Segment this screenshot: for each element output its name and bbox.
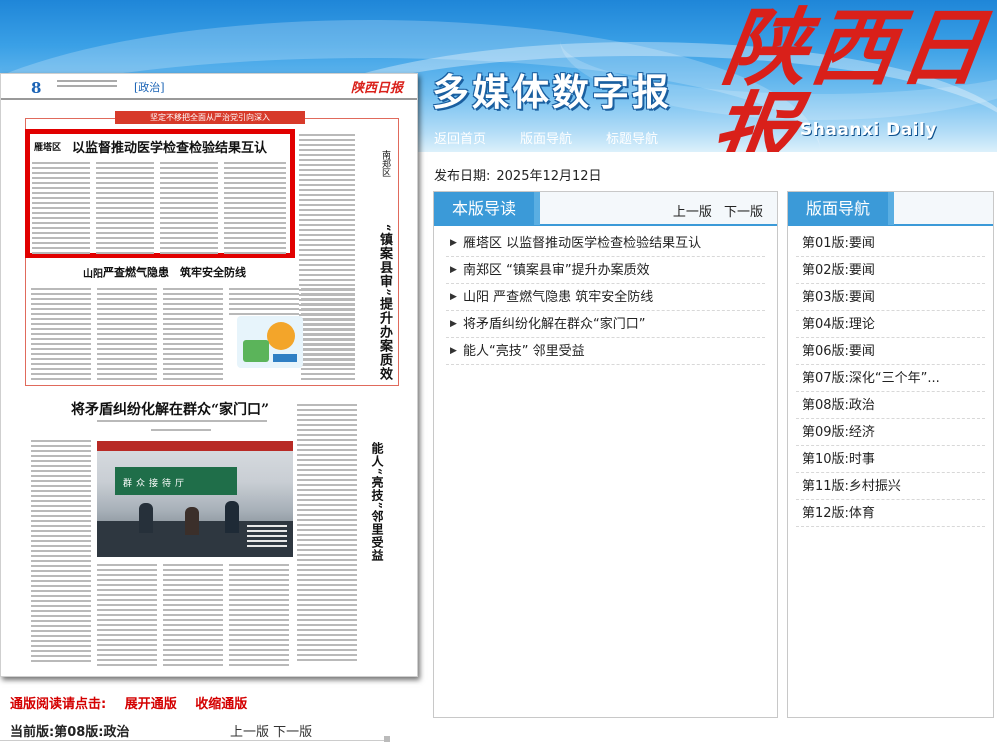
page-nav-item[interactable]: 第07版:深化“三个年”... (796, 365, 985, 392)
triangle-right-icon: ▶ (450, 238, 457, 248)
vertical-subheading: 南郑区 (380, 150, 390, 177)
story2-headline[interactable]: 严查燃气隐患 筑牢安全防线 (103, 264, 246, 280)
story2-label: 山阳 (83, 269, 103, 280)
article-list-item[interactable]: ▶ 山阳 严查燃气隐患 筑牢安全防线 (446, 284, 765, 311)
divider (0, 740, 390, 741)
article-list-item[interactable]: ▶ 将矛盾纠纷化解在群众“家门口” (446, 311, 765, 338)
page-nav-item[interactable]: 第11版:乡村振兴 (796, 473, 985, 500)
text-column (96, 162, 154, 257)
collapse-spread-link[interactable]: 收缩通版 (195, 697, 247, 712)
page-nav-item[interactable]: 第08版:政治 (796, 392, 985, 419)
nav-home-link[interactable]: 返回首页 (434, 128, 486, 147)
article-guide-pager: 上一版 下一版 (665, 201, 763, 220)
current-page-label: 当前版:第08版:政治 (10, 725, 130, 740)
newspaper-logo-english: Shaanxi Daily (800, 120, 937, 140)
text-column (97, 288, 157, 383)
triangle-right-icon: ▶ (450, 346, 457, 356)
highlighted-article-box[interactable]: 雁塔区 以监督推动医学检查检验结果互认 (25, 129, 295, 258)
nav-title-navigation-link[interactable]: 标题导航 (606, 128, 658, 147)
prev-edition-link[interactable]: 上一版 (673, 205, 712, 220)
text-column (97, 564, 157, 669)
news-photo: 群众接待厅 (97, 441, 293, 557)
page-nav-item[interactable]: 第10版:时事 (796, 446, 985, 473)
next-page-link[interactable]: 下一版 (273, 725, 312, 740)
publish-date-value: 2025年12月12日 (496, 169, 602, 184)
page-nav-item[interactable]: 第06版:要闻 (796, 338, 985, 365)
site-title: 多媒体数字报 (432, 70, 672, 114)
headline: 以监督推动医学检查检验结果互认 (72, 141, 268, 156)
newspaper-page-image[interactable]: 8 [政治] 陕西日报 坚定不移把全面从严治党引向深入 雁塔区 以监督推动医学检… (0, 73, 418, 677)
cartoon-illustration (237, 316, 303, 368)
story3-headline[interactable]: 将矛盾纠纷化解在群众“家门口” (71, 399, 269, 419)
text-column (229, 564, 289, 669)
page-nav-item[interactable]: 第02版:要闻 (796, 257, 985, 284)
prev-page-link[interactable]: 上一版 (230, 725, 269, 740)
page-header-strip: 8 [政治] 陕西日报 (1, 74, 417, 100)
triangle-right-icon: ▶ (450, 265, 457, 275)
page-nav-item[interactable]: 第03版:要闻 (796, 284, 985, 311)
page-nav-item[interactable]: 第01版:要闻 (796, 230, 985, 257)
triangle-right-icon: ▶ (450, 292, 457, 302)
article-guide-header: 本版导读 上一版 下一版 (434, 192, 777, 226)
scrollbar-thumb[interactable] (384, 736, 390, 742)
page-nav-item[interactable]: 第04版:理论 (796, 311, 985, 338)
triangle-right-icon: ▶ (450, 319, 457, 329)
publish-date-label: 发布日期: (434, 169, 491, 184)
story3-subheading-line (97, 420, 267, 425)
text-column (32, 162, 90, 257)
bottom-pager: 上一版 下一版 (230, 721, 312, 740)
top-nav: 返回首页 版面导航 标题导航 (434, 128, 658, 147)
vertical-headline-2[interactable]: 能人“亮技”邻里受益 (369, 442, 386, 562)
byline-line (151, 429, 211, 434)
page-nav-panel: 版面导航 第01版:要闻 第02版:要闻 第03版:要闻 第04版:理论 第06… (787, 191, 994, 718)
publish-date: 发布日期: 2025年12月12日 (434, 165, 602, 184)
text-column (229, 288, 299, 318)
page-meta-lines (57, 80, 117, 90)
article-list: ▶ 雁塔区 以监督推动医学检查检验结果互认 ▶ 南郑区 “镇案县审”提升办案质效 ▶… (434, 230, 777, 365)
article-list-item[interactable]: ▶ 能人“亮技” 邻里受益 (446, 338, 765, 365)
article-guide-title: 本版导读 (434, 192, 541, 225)
article-guide-panel: 本版导读 上一版 下一版 ▶ 雁塔区 以监督推动医学检查检验结果互认 ▶ 南郑区 “… (433, 191, 778, 718)
full-spread-controls: 通版阅读请点击: 展开通版 收缩通版 (10, 693, 247, 712)
expand-spread-link[interactable]: 展开通版 (125, 697, 177, 712)
page-nav-title: 版面导航 (788, 192, 895, 225)
page-nav-item[interactable]: 第12版:体育 (796, 500, 985, 527)
next-edition-link[interactable]: 下一版 (724, 205, 763, 220)
page-nav-list: 第01版:要闻 第02版:要闻 第03版:要闻 第04版:理论 第06版:要闻 … (788, 230, 993, 527)
headline-label: 雁塔区 (34, 143, 62, 153)
text-column (163, 288, 223, 383)
text-column (297, 404, 357, 664)
article-list-item[interactable]: ▶ 南郑区 “镇案县审”提升办案质效 (446, 257, 765, 284)
page-nav-header: 版面导航 (788, 192, 993, 226)
article-list-item[interactable]: ▶ 雁塔区 以监督推动医学检查检验结果互认 (446, 230, 765, 257)
page-nav-item[interactable]: 第09版:经济 (796, 419, 985, 446)
nav-page-navigation-link[interactable]: 版面导航 (520, 128, 572, 147)
text-column (301, 288, 355, 383)
full-spread-prompt: 通版阅读请点击: (10, 697, 107, 712)
page-section: [政治] (134, 81, 165, 94)
text-column (31, 440, 91, 665)
text-column (31, 288, 91, 383)
photo-sign-text: 群众接待厅 (123, 479, 189, 489)
text-column (224, 162, 286, 257)
text-column (163, 564, 223, 669)
text-column (160, 162, 218, 257)
page-mini-logo: 陕西日报 (351, 81, 404, 96)
vertical-headline[interactable]: “镇案县审”提升办案质效 (375, 224, 394, 381)
page-number: 8 (31, 79, 42, 97)
slogan-banner: 坚定不移把全面从严治党引向深入 (115, 111, 305, 124)
